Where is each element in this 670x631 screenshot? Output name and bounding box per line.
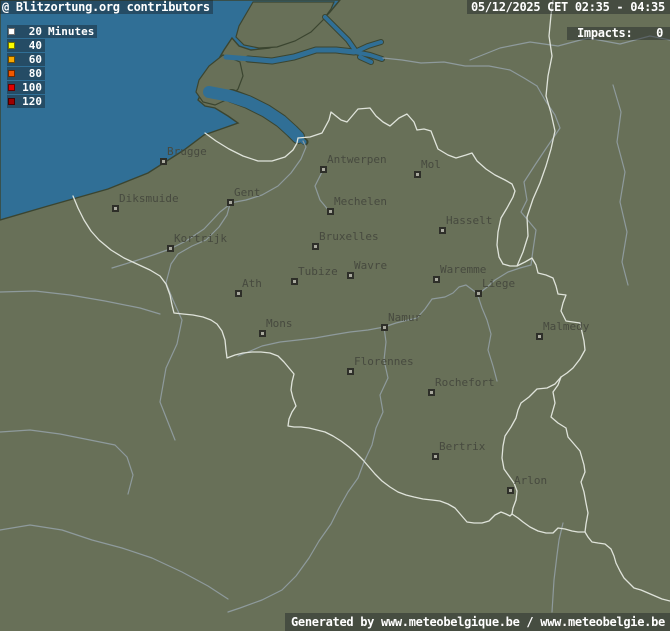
legend-swatch-icon	[8, 84, 15, 91]
legend-row-80: 80	[7, 67, 45, 80]
city-label: Ath	[242, 278, 262, 289]
city-label: Florennes	[354, 356, 414, 367]
age-legend: 20 Minutes 406080100120	[7, 25, 97, 109]
city-label: Mechelen	[334, 196, 387, 207]
city-label: Gent	[234, 187, 261, 198]
legend-minutes: 40	[15, 39, 42, 52]
city-label: Rochefort	[435, 377, 495, 388]
impacts-label: Impacts:	[577, 27, 632, 40]
legend-minutes: 100	[15, 81, 42, 94]
city-marker-icon	[432, 453, 439, 460]
impacts-counter: Impacts: 0	[567, 27, 670, 40]
city-marker-icon	[347, 368, 354, 375]
city-marker-icon	[475, 290, 482, 297]
city-marker-icon	[312, 243, 319, 250]
legend-row-40: 40	[7, 39, 45, 52]
legend-minutes: 120	[15, 95, 42, 108]
city-marker-icon	[414, 171, 421, 178]
city-marker-icon	[428, 389, 435, 396]
city-label: Kortrijk	[174, 233, 227, 244]
legend-swatch-icon	[8, 70, 15, 77]
city-label: Wavre	[354, 260, 387, 271]
legend-minutes: 80	[15, 67, 42, 80]
legend-swatch-icon	[8, 56, 15, 63]
city-marker-icon	[320, 166, 327, 173]
city-label: Brugge	[167, 146, 207, 157]
city-marker-icon	[160, 158, 167, 165]
city-label: Arlon	[514, 475, 547, 486]
legend-unit: Minutes	[48, 25, 94, 38]
impacts-value: 0	[656, 27, 663, 40]
lightning-map-screenshot: Brugge Diksmuide Gent Kortrijk Antwerpen Mol M…	[0, 0, 670, 631]
city-marker-icon	[259, 330, 266, 337]
legend-minutes: 60	[15, 53, 42, 66]
city-label: Bertrix	[439, 441, 485, 452]
legend-swatch-icon	[8, 98, 15, 105]
legend-row-60: 60	[7, 53, 45, 66]
city-marker-icon	[167, 245, 174, 252]
city-marker-icon	[439, 227, 446, 234]
city-marker-icon	[291, 278, 298, 285]
city-label: Liege	[482, 278, 515, 289]
city-label: Malmedy	[543, 321, 589, 332]
city-label: Mol	[421, 159, 441, 170]
legend-row-100: 100	[7, 81, 45, 94]
city-marker-icon	[112, 205, 119, 212]
city-marker-icon	[235, 290, 242, 297]
city-label: Antwerpen	[327, 154, 387, 165]
city-label: Bruxelles	[319, 231, 379, 242]
city-marker-icon	[347, 272, 354, 279]
city-label: Diksmuide	[119, 193, 179, 204]
belgium-map	[0, 0, 670, 631]
legend-row-120: 120	[7, 95, 45, 108]
credit-bar: Generated by www.meteobelgique.be / www.…	[285, 613, 670, 631]
city-marker-icon	[536, 333, 543, 340]
city-marker-icon	[381, 324, 388, 331]
city-label: Tubize	[298, 266, 338, 277]
city-marker-icon	[433, 276, 440, 283]
city-marker-icon	[327, 208, 334, 215]
city-label: Waremme	[440, 264, 486, 275]
legend-swatch-icon	[8, 28, 15, 35]
city-label: Namur	[388, 312, 421, 323]
city-label: Hasselt	[446, 215, 492, 226]
city-marker-icon	[227, 199, 234, 206]
legend-row-20: 20 Minutes	[7, 25, 97, 38]
city-marker-icon	[507, 487, 514, 494]
attribution-bar: @ Blitzortung.org contributors	[0, 0, 213, 14]
legend-swatch-icon	[8, 42, 15, 49]
legend-minutes: 20	[15, 25, 42, 38]
island-schouwen	[236, 2, 334, 48]
datetime-bar: 05/12/2025 CET 02:35 - 04:35	[467, 0, 670, 14]
city-label: Mons	[266, 318, 293, 329]
